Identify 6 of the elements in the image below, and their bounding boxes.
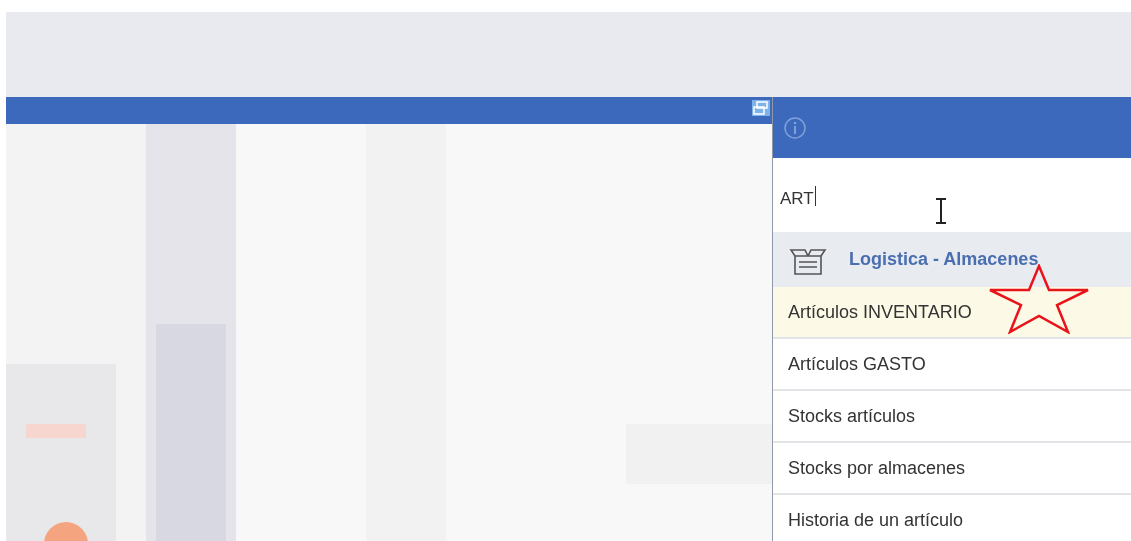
result-item[interactable]: Artículos INVENTARIO — [773, 287, 1131, 339]
restore-icon[interactable] — [752, 100, 770, 116]
group-title: Logistica - Almacenes — [849, 248, 1039, 271]
star-icon — [988, 264, 1090, 334]
info-icon[interactable] — [783, 115, 807, 140]
text-cursor-icon — [935, 198, 947, 224]
